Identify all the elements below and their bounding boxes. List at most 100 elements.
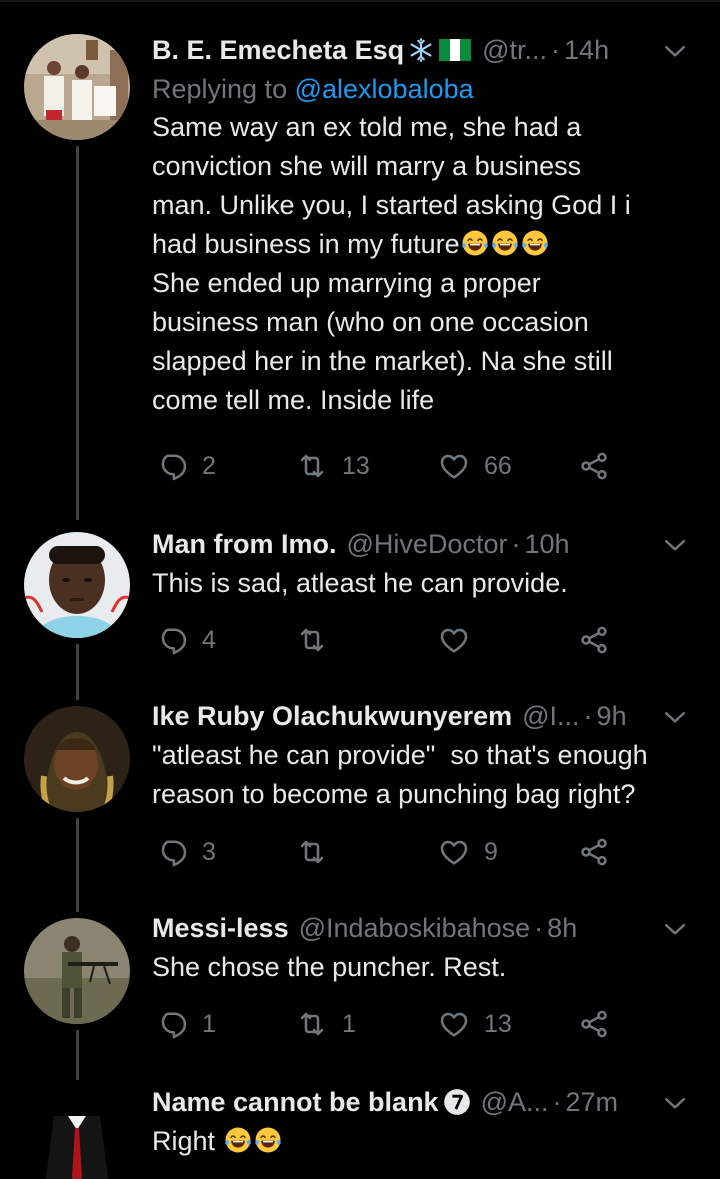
tweet-header: Messi-less @Indaboskibahose · 8h (152, 908, 696, 948)
action-bar: 2 13 66 (0, 446, 720, 486)
user-handle[interactable]: @A... (481, 1082, 549, 1122)
chevron-down-icon[interactable] (660, 1088, 690, 1118)
separator-dot: · (551, 35, 561, 65)
reply-count: 4 (202, 625, 216, 654)
tweet-text: "atleast he can provide" so that's enoug… (152, 736, 696, 814)
tears-of-joy-emoji (520, 228, 550, 258)
display-name[interactable]: Man from Imo. (152, 524, 337, 564)
like-icon (438, 836, 470, 868)
timestamp[interactable]: 10h (524, 524, 569, 564)
number-7-badge-icon (443, 1088, 471, 1116)
top-divider (0, 0, 720, 2)
display-name[interactable]: Messi-less (152, 908, 289, 948)
timestamp[interactable]: 27m (566, 1082, 619, 1122)
like-button[interactable]: 9 (438, 832, 498, 872)
reply-button[interactable]: 2 (156, 446, 216, 486)
like-count: 9 (484, 837, 498, 866)
tweet-text-line: man. Unlike you, I started asking God I … (152, 190, 631, 220)
retweet-button[interactable]: 13 (296, 446, 370, 486)
replying-to-label: Replying to (152, 74, 295, 104)
chevron-down-icon[interactable] (660, 36, 690, 66)
tweet-text-line: had business in my future (152, 229, 460, 259)
share-icon (578, 1008, 610, 1040)
share-button[interactable] (578, 1004, 610, 1044)
tweet-text-line: Right (152, 1126, 216, 1156)
reply-count: 1 (202, 1009, 216, 1038)
tweet-text: She chose the puncher. Rest. (152, 948, 696, 987)
action-bar: 3 9 (0, 832, 720, 872)
tweet-text-line: business man (who on one occasion (152, 307, 589, 337)
tweet-header: Ike Ruby Olachukwunyerem @I... · 9h (152, 696, 696, 736)
separator-dot: · (552, 1087, 562, 1117)
share-icon (578, 624, 610, 656)
tweet-text-line: come tell me. Inside life (152, 385, 435, 415)
retweet-button[interactable]: 1 (296, 1004, 356, 1044)
retweet-icon (296, 450, 328, 482)
user-handle[interactable]: @I... (522, 696, 579, 736)
user-handle[interactable]: @tr... (482, 30, 547, 70)
reply-button[interactable]: 4 (156, 620, 216, 660)
share-button[interactable] (578, 446, 610, 486)
display-name[interactable]: Ike Ruby Olachukwunyerem (152, 696, 512, 736)
like-button[interactable]: 66 (438, 446, 512, 486)
tears-of-joy-emoji (253, 1125, 283, 1155)
tweet-text-line: "atleast he can provide" so that's enoug… (152, 740, 648, 770)
timestamp[interactable]: 14h (564, 30, 609, 70)
chevron-down-icon[interactable] (660, 914, 690, 944)
retweet-icon (296, 836, 328, 868)
tweet-text-line: conviction she will marry a business (152, 151, 582, 181)
reply-icon (156, 624, 188, 656)
church-photo-avatar-icon (24, 34, 130, 140)
tears-of-joy-emoji (460, 228, 490, 258)
reply-button[interactable]: 3 (156, 832, 216, 872)
snowflake-icon (408, 37, 434, 63)
tweet-text-line: slapped her in the market). Na she still (152, 346, 613, 376)
reply-icon (156, 450, 188, 482)
timestamp[interactable]: 8h (547, 908, 577, 948)
nigeria-flag-icon (438, 37, 472, 63)
share-button[interactable] (578, 620, 610, 660)
separator-dot: · (534, 913, 544, 943)
tweet-text-line-with-emoji: had business in my future (152, 225, 696, 264)
chevron-down-icon[interactable] (660, 530, 690, 560)
tweet-header: B. E. Emecheta Esq @tr... · 14h (152, 30, 696, 70)
display-name[interactable]: Name cannot be blank (152, 1082, 439, 1122)
like-button[interactable]: 13 (438, 1004, 512, 1044)
share-button[interactable] (578, 832, 610, 872)
tweet-header: Man from Imo. @HiveDoctor · 10h (152, 524, 696, 564)
avatar[interactable] (24, 1086, 130, 1179)
retweet-button[interactable] (296, 832, 328, 872)
like-button[interactable] (438, 620, 470, 660)
timestamp[interactable]: 9h (597, 696, 627, 736)
like-icon (438, 1008, 470, 1040)
tweet-text-line: Same way an ex told me, she had a (152, 112, 582, 142)
user-handle[interactable]: @HiveDoctor (347, 524, 508, 564)
tweet-text: This is sad, atleast he can provide. (152, 564, 696, 603)
share-icon (578, 836, 610, 868)
user-handle[interactable]: @Indaboskibahose (299, 908, 531, 948)
chevron-down-icon[interactable] (660, 702, 690, 732)
avatar[interactable] (24, 706, 130, 812)
like-count: 66 (484, 451, 512, 480)
avatar[interactable] (24, 34, 130, 140)
retweet-icon (296, 1008, 328, 1040)
retweet-count: 1 (342, 1009, 356, 1038)
tweet-text-line-with-emoji: Right (152, 1122, 696, 1161)
suit-figure-avatar-icon (24, 1086, 130, 1179)
mention-link[interactable]: @alexlobaloba (295, 74, 474, 104)
reply-icon (156, 836, 188, 868)
reply-count: 2 (202, 451, 216, 480)
woman-portrait-avatar-icon (24, 706, 130, 812)
tears-of-joy-emoji (490, 228, 520, 258)
reply-icon (156, 1008, 188, 1040)
share-icon (578, 450, 610, 482)
tweet-text-line: She ended up marrying a proper (152, 268, 541, 298)
retweet-button[interactable] (296, 620, 328, 660)
replying-to: Replying to @alexlobaloba (152, 70, 696, 108)
tweet-header: Name cannot be blank @A... · 27m (152, 1082, 696, 1122)
display-name[interactable]: B. E. Emecheta Esq (152, 30, 404, 70)
action-bar: 1 1 13 (0, 1004, 720, 1044)
reply-button[interactable]: 1 (156, 1004, 216, 1044)
reply-count: 3 (202, 837, 216, 866)
tweet-text-line: reason to become a punching bag right? (152, 779, 636, 809)
